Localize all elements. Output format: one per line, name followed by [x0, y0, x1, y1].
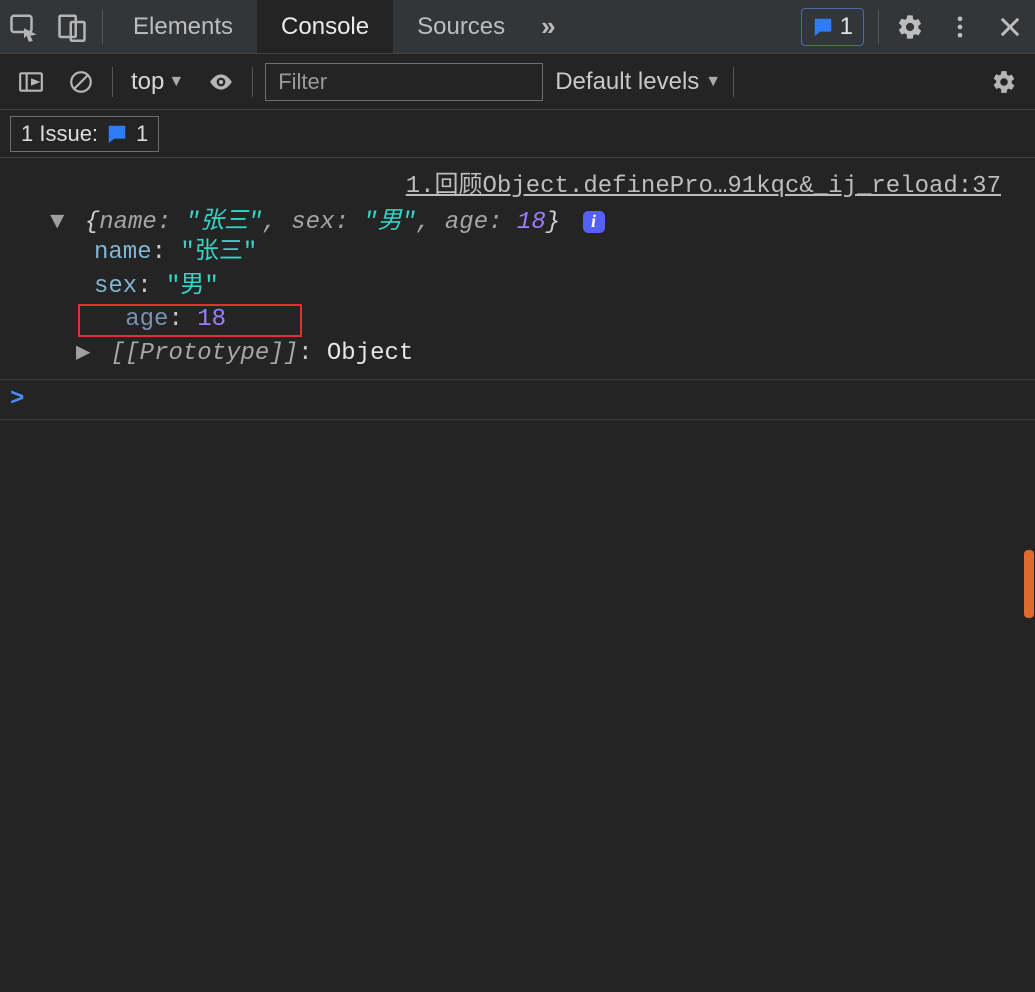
- kebab-menu-button[interactable]: [935, 13, 985, 41]
- collapse-triangle-icon[interactable]: ▶: [76, 337, 90, 371]
- live-expression-icon[interactable]: [202, 63, 240, 101]
- tab-label: Elements: [133, 13, 233, 41]
- prototype-value: Object: [327, 340, 413, 367]
- execution-context-selector[interactable]: top ▼: [125, 68, 190, 96]
- source-link-text: 1.回顾Object.definePro…91kqc&_ij_reload:37: [406, 173, 1001, 200]
- source-link[interactable]: 1.回顾Object.definePro…91kqc&_ij_reload:37: [10, 160, 1025, 200]
- scrollbar-thumb[interactable]: [1024, 550, 1034, 618]
- settings-button[interactable]: [885, 13, 935, 41]
- message-icon: [812, 16, 834, 38]
- chevron-down-icon: ▼: [168, 73, 184, 91]
- divider: [733, 67, 734, 97]
- divider: [252, 67, 253, 97]
- clear-console-icon[interactable]: [62, 63, 100, 101]
- scrollbar[interactable]: [1021, 110, 1035, 992]
- prototype-key: [[Prototype]]: [111, 340, 298, 367]
- divider: [102, 10, 103, 44]
- devtools-main-toolbar: Elements Console Sources » 1: [0, 0, 1035, 54]
- close-button[interactable]: [985, 13, 1035, 41]
- info-badge-icon[interactable]: i: [583, 211, 605, 233]
- object-property-age-wrapper: age: 18: [10, 304, 1025, 337]
- property-value: "张三": [180, 239, 257, 266]
- object-property-age-highlighted[interactable]: age: 18: [78, 304, 302, 337]
- expand-triangle-icon[interactable]: ▼: [50, 209, 64, 236]
- console-prompt[interactable]: >: [0, 380, 1035, 420]
- property-key: name: [94, 239, 152, 266]
- console-toolbar: top ▼ Default levels ▼: [0, 54, 1035, 110]
- property-key: age: [125, 306, 168, 333]
- tab-elements[interactable]: Elements: [109, 0, 257, 53]
- issues-bar: 1 Issue: 1: [0, 110, 1035, 158]
- chevron-down-icon: ▼: [705, 73, 721, 91]
- issues-label: 1 Issue:: [21, 121, 98, 147]
- sidebar-toggle-icon[interactable]: [12, 63, 50, 101]
- issue-count: 1: [840, 13, 853, 41]
- context-label: top: [131, 68, 164, 96]
- levels-label: Default levels: [555, 68, 699, 96]
- tab-label: Sources: [417, 13, 505, 41]
- object-preview-row[interactable]: ▼ {name: "张三", sex: "男", age: 18} i: [10, 200, 1025, 236]
- inspect-element-icon[interactable]: [0, 0, 48, 54]
- divider: [112, 67, 113, 97]
- object-property-sex[interactable]: sex: "男": [10, 270, 1025, 304]
- tab-console[interactable]: Console: [257, 0, 393, 53]
- console-settings-icon[interactable]: [985, 63, 1023, 101]
- issues-count: 1: [136, 121, 148, 147]
- filter-input[interactable]: [265, 63, 543, 101]
- object-prototype-row[interactable]: ▶ [[Prototype]]: Object: [10, 337, 1025, 371]
- tab-strip: Elements Console Sources: [109, 0, 529, 53]
- log-message: 1.回顾Object.definePro…91kqc&_ij_reload:37…: [0, 158, 1035, 380]
- object-property-name[interactable]: name: "张三": [10, 236, 1025, 270]
- more-tabs-button[interactable]: »: [529, 11, 567, 42]
- property-key: sex: [94, 273, 137, 300]
- device-toggle-icon[interactable]: [48, 0, 96, 54]
- issues-pill[interactable]: 1: [801, 8, 864, 46]
- property-value: 18: [197, 306, 226, 333]
- object-preview: {name: "张三", sex: "男", age: 18}: [85, 209, 575, 236]
- property-value: "男": [166, 273, 219, 300]
- issues-button[interactable]: 1 Issue: 1: [10, 116, 159, 152]
- prompt-caret-icon: >: [10, 386, 24, 413]
- console-log-area: 1.回顾Object.definePro…91kqc&_ij_reload:37…: [0, 158, 1035, 420]
- divider: [878, 10, 879, 44]
- tab-sources[interactable]: Sources: [393, 0, 529, 53]
- message-icon: [106, 123, 128, 145]
- log-levels-selector[interactable]: Default levels ▼: [555, 68, 721, 96]
- tab-label: Console: [281, 13, 369, 41]
